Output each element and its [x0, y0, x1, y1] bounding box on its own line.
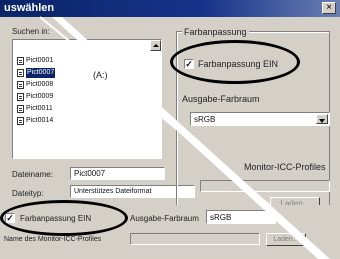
diagonal-white-band: [52, 17, 330, 259]
